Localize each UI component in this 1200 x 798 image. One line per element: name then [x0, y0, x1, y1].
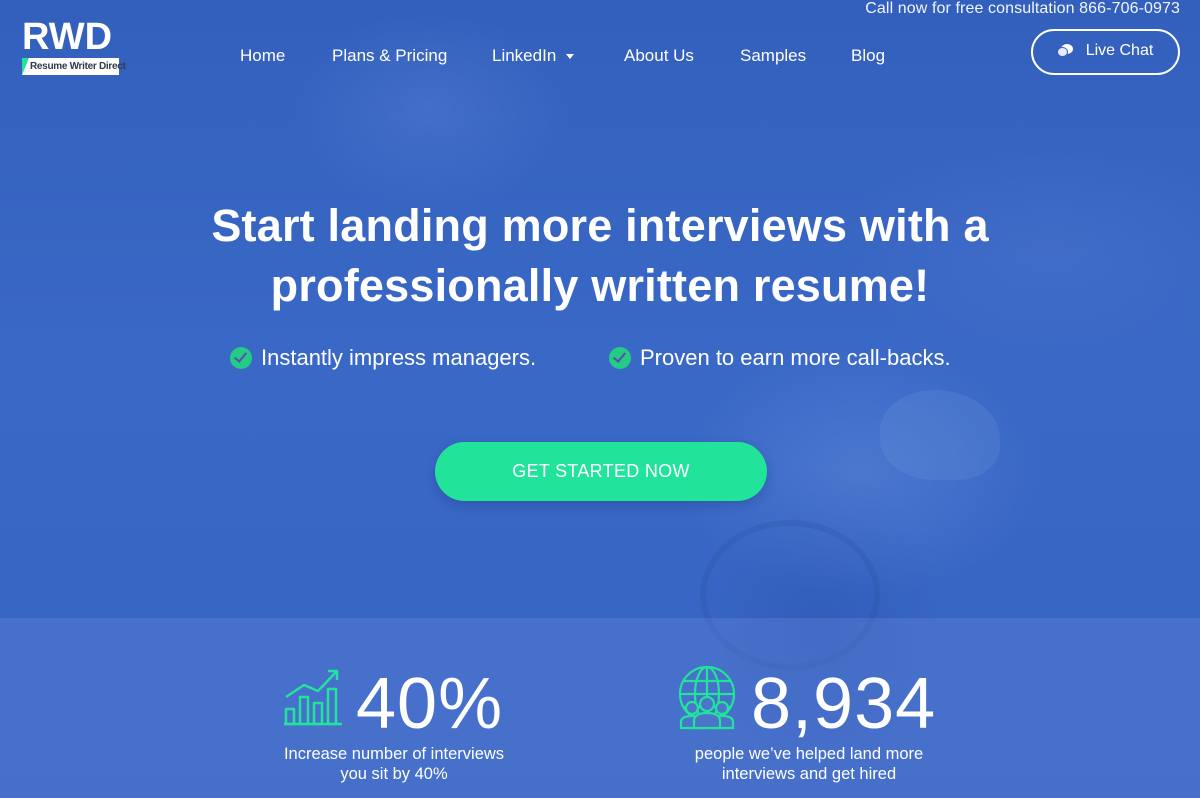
headline-line-1: Start landing more interviews with a	[211, 200, 989, 251]
stat-desc-line: people we’ve helped land more	[694, 745, 924, 763]
stat-value-people-helped: 8,934	[751, 664, 937, 744]
hero-headline: Start landing more interviews with a pro…	[0, 196, 1200, 316]
caret-down-icon	[566, 54, 575, 60]
stat-desc-line: interviews and get hired	[721, 765, 897, 783]
nav-linkedin[interactable]: LinkedIn	[492, 46, 575, 66]
logo-letters: RWD	[22, 16, 113, 58]
nav-home[interactable]: Home	[240, 46, 285, 66]
chat-bubble-icon	[1057, 44, 1074, 58]
nav-linkedin-label: LinkedIn	[492, 46, 557, 65]
logo[interactable]: RWD Resume Writer Direct	[22, 16, 126, 78]
growth-chart-icon	[284, 669, 342, 726]
check-circle-icon	[609, 347, 631, 369]
nav-about-us[interactable]: About Us	[624, 46, 694, 66]
live-chat-button[interactable]: Live Chat	[1031, 29, 1180, 75]
logo-tagline: Resume Writer Direct	[22, 58, 126, 75]
benefit-item: Proven to earn more call-backs.	[609, 345, 951, 371]
headline-line-2: professionally written resume!	[270, 260, 930, 311]
consultation-phone-text[interactable]: Call now for free consultation 866-706-0…	[865, 0, 1180, 18]
nav-samples[interactable]: Samples	[740, 46, 806, 66]
benefit-text: Proven to earn more call-backs.	[640, 345, 951, 370]
benefit-list: Instantly impress managers. Proven to ea…	[0, 345, 1200, 375]
benefit-item: Instantly impress managers.	[230, 345, 536, 371]
check-circle-icon	[230, 347, 252, 369]
get-started-button[interactable]: GET STARTED NOW	[435, 442, 767, 501]
stat-value-interviews: 40%	[356, 664, 504, 744]
stat-description-interviews: Increase number of interviews you sit by…	[240, 744, 548, 784]
nav-blog[interactable]: Blog	[851, 46, 885, 66]
stat-description-people-helped: people we’ve helped land more interviews…	[660, 744, 958, 784]
stats-band	[0, 618, 1200, 798]
live-chat-label: Live Chat	[1085, 42, 1154, 59]
stat-desc-line: you sit by 40%	[340, 765, 448, 783]
globe-people-icon	[678, 666, 736, 730]
benefit-text: Instantly impress managers.	[261, 345, 537, 370]
stat-desc-line: Increase number of interviews	[283, 745, 505, 763]
nav-plans-pricing[interactable]: Plans & Pricing	[332, 46, 447, 66]
